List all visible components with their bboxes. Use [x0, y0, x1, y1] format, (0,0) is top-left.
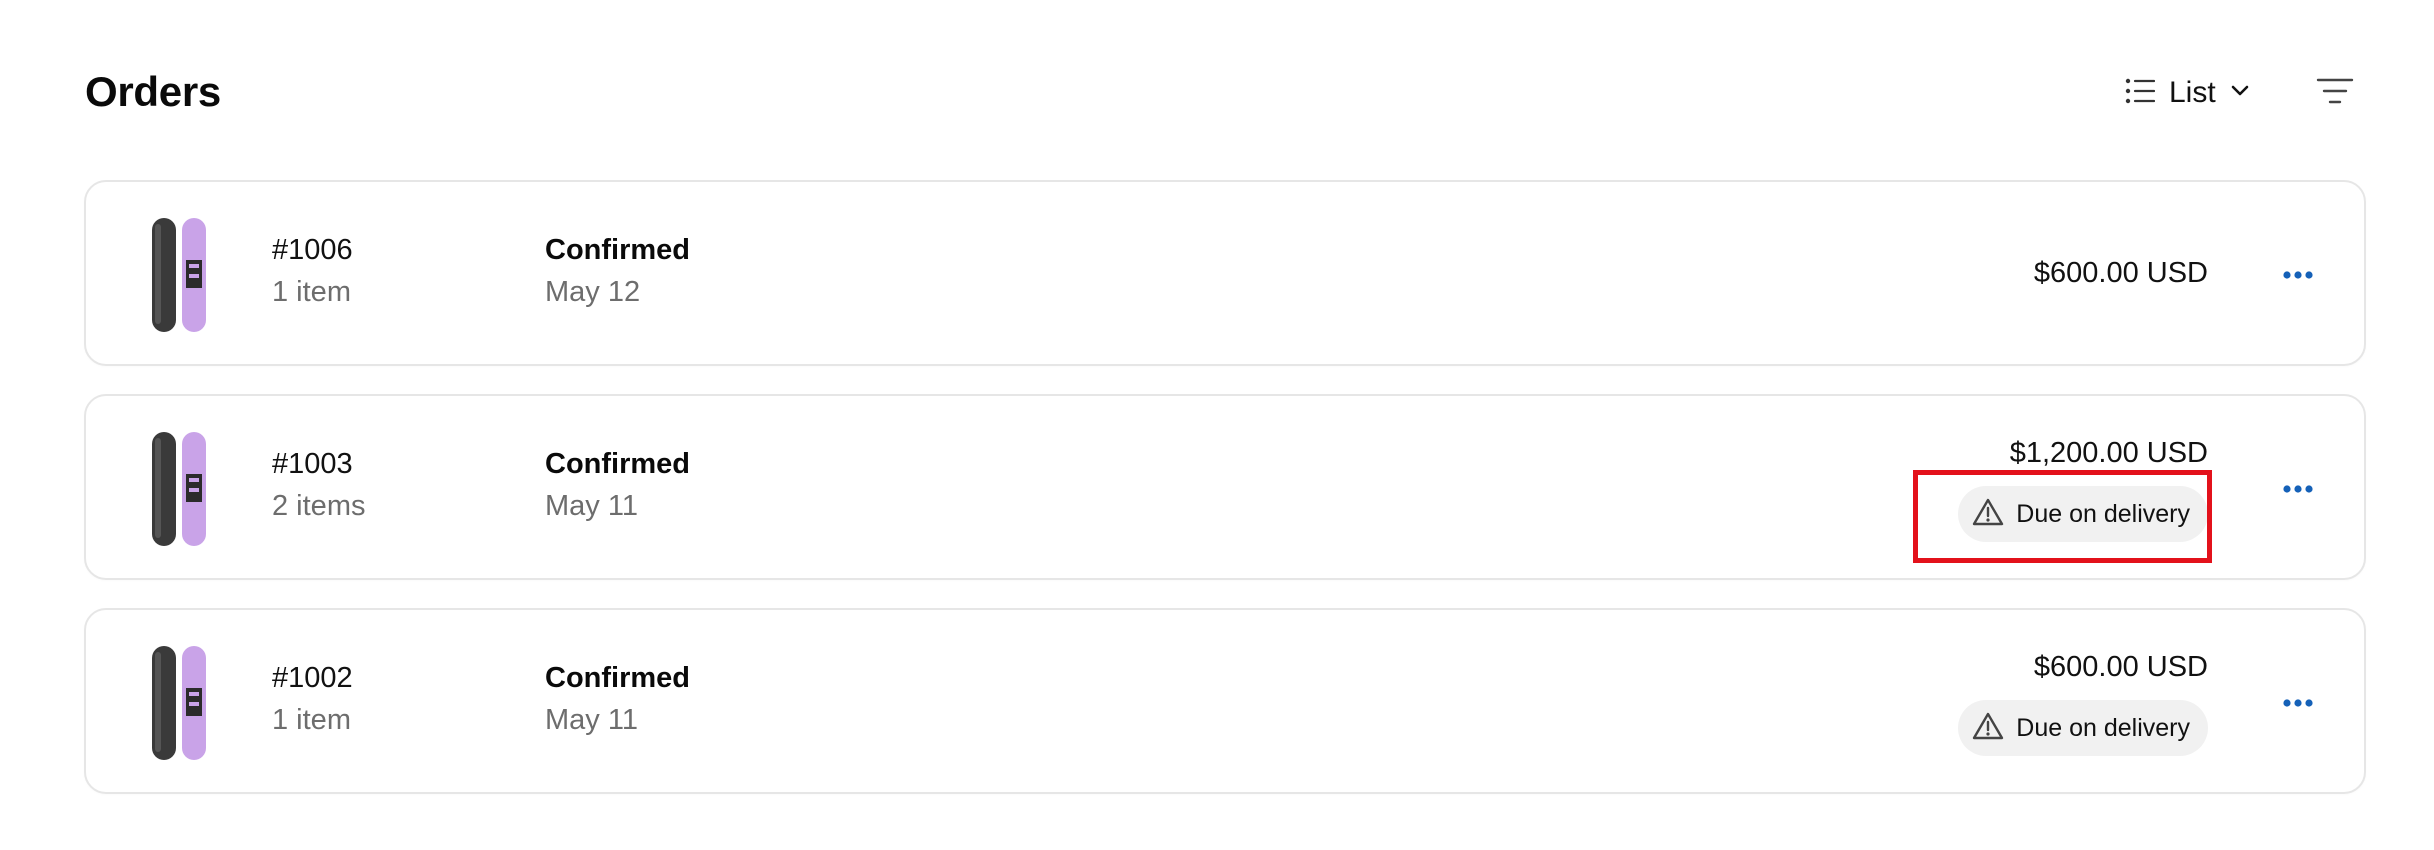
more-actions-button[interactable] — [2278, 255, 2318, 295]
warning-icon — [1972, 711, 2004, 746]
order-item-count: 1 item — [272, 704, 351, 736]
payment-status-label: Due on delivery — [2016, 713, 2190, 742]
more-actions-button[interactable] — [2278, 683, 2318, 723]
order-item-count: 2 items — [272, 490, 366, 522]
more-actions-button[interactable] — [2278, 469, 2318, 509]
order-total: $1,200.00 USD — [2009, 437, 2208, 469]
order-total: $600.00 USD — [2033, 257, 2208, 289]
filter-button[interactable] — [2307, 68, 2363, 118]
order-number[interactable]: #1006 — [272, 232, 353, 268]
product-thumbnail — [150, 430, 208, 548]
order-status: Confirmed — [545, 448, 690, 480]
order-status: Confirmed — [545, 234, 690, 266]
warning-icon — [1972, 497, 2004, 532]
filter-icon — [2316, 76, 2354, 111]
order-card[interactable]: #1002 1 item Confirmed May 11 $600.00 US… — [84, 608, 2366, 794]
page-header: Orders List — [85, 58, 2363, 128]
order-card[interactable]: #1003 2 items Confirmed May 11 $1,200.00… — [84, 394, 2366, 580]
order-card[interactable]: #1006 1 item Confirmed May 12 $600.00 US… — [84, 180, 2366, 366]
more-horizontal-icon — [2283, 266, 2313, 284]
order-number[interactable]: #1003 — [272, 446, 353, 482]
order-date: May 11 — [545, 704, 638, 736]
view-mode-label: List — [2169, 76, 2216, 109]
list-icon — [2125, 78, 2156, 109]
orders-list: #1006 1 item Confirmed May 12 $600.00 US… — [84, 180, 2366, 822]
order-status: Confirmed — [545, 662, 690, 694]
order-date: May 11 — [545, 490, 638, 522]
payment-status-badge: Due on delivery — [1958, 700, 2208, 756]
product-thumbnail — [150, 644, 208, 762]
order-date: May 12 — [545, 276, 641, 308]
payment-status-badge: Due on delivery — [1958, 486, 2208, 542]
more-horizontal-icon — [2283, 694, 2313, 712]
order-item-count: 1 item — [272, 276, 351, 308]
product-thumbnail — [150, 216, 208, 334]
payment-status-label: Due on delivery — [2016, 499, 2190, 528]
order-total: $600.00 USD — [2033, 651, 2208, 683]
order-number[interactable]: #1002 — [272, 660, 353, 696]
more-horizontal-icon — [2283, 480, 2313, 498]
page-title: Orders — [85, 68, 221, 115]
chevron-down-icon — [2230, 84, 2250, 103]
view-mode-dropdown[interactable]: List — [2125, 68, 2250, 118]
